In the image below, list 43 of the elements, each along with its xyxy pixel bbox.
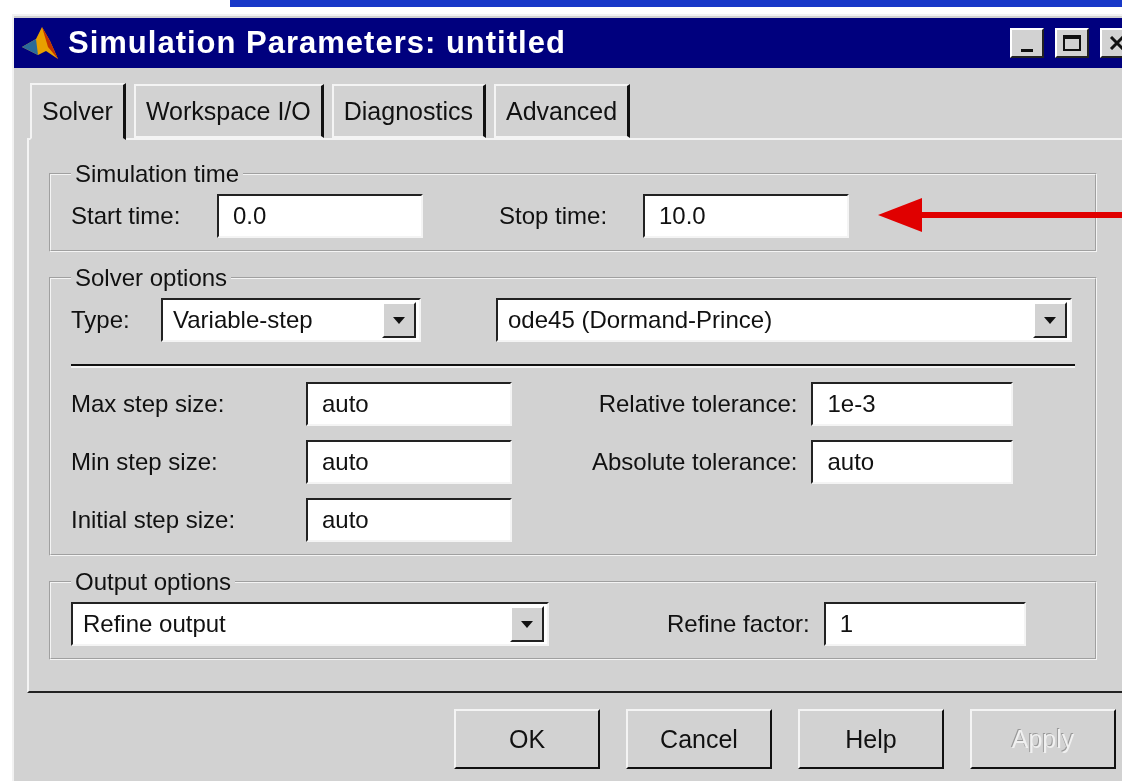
field-label: Start time: (71, 202, 182, 230)
group-title: Solver options (74, 264, 229, 292)
maximize-icon (1063, 35, 1081, 51)
input-field[interactable]: auto (811, 440, 1014, 484)
input-field[interactable]: auto (306, 498, 512, 542)
group-title: Simulation time (74, 160, 241, 188)
field-label: Refine factor: (667, 610, 810, 638)
field-label: Relative tolerance: (598, 390, 798, 418)
dropdown-button[interactable] (382, 302, 416, 338)
app-logo-icon (20, 25, 60, 61)
dropdown[interactable]: Variable-step (161, 298, 421, 342)
dropdown[interactable]: Refine output (71, 602, 549, 646)
tab[interactable]: Workspace I/O (133, 84, 324, 138)
caret-icon (393, 316, 405, 324)
window-title: Simulation Parameters: untitled (68, 25, 567, 61)
dialog-button[interactable]: Help (798, 709, 944, 769)
tab[interactable]: Advanced (494, 84, 631, 138)
input-field[interactable]: auto (306, 382, 512, 426)
field-label: Min step size: (71, 448, 219, 476)
input-field[interactable]: 1e-3 (811, 382, 1014, 426)
dialog-button[interactable]: Cancel (626, 709, 772, 769)
input-field[interactable]: 10.0 (643, 194, 849, 238)
maximize-button[interactable] (1055, 28, 1089, 58)
input-field[interactable]: 1 (823, 602, 1026, 646)
dialog-button[interactable]: OK (454, 709, 600, 769)
dropdown[interactable]: ode45 (Dormand-Prince) (496, 298, 1072, 342)
tab[interactable]: Diagnostics (331, 84, 486, 138)
dropdown-button[interactable] (510, 606, 544, 642)
caret-icon (1044, 316, 1056, 324)
group-title: Output options (74, 568, 233, 596)
close-icon (1109, 36, 1122, 50)
field-label: Initial step size: (71, 506, 237, 534)
field-label: Stop time: (499, 202, 609, 230)
input-field[interactable]: 0.0 (217, 194, 423, 238)
field-label: Absolute tolerance: (592, 448, 798, 476)
dropdown-button[interactable] (1033, 302, 1067, 338)
minimize-icon (1021, 48, 1033, 52)
tab[interactable]: Solver (30, 83, 126, 140)
field-label: Max step size: (71, 390, 226, 418)
field-label: Type: (71, 306, 131, 334)
minimize-button[interactable] (1010, 28, 1044, 58)
input-field[interactable]: auto (306, 440, 512, 484)
caret-icon (521, 620, 533, 628)
